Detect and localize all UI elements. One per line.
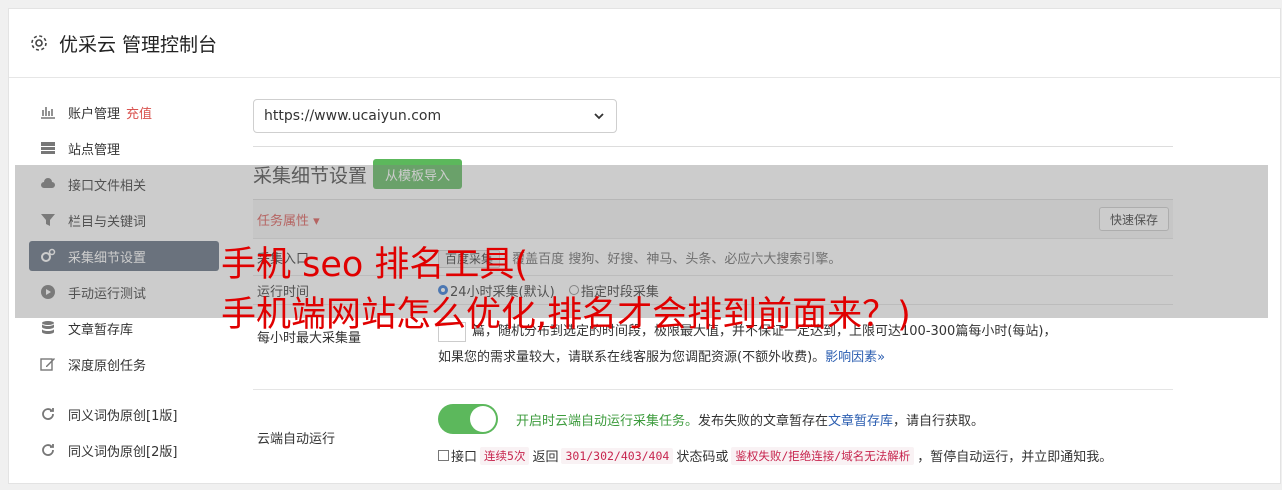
- overlay-headline: 手机 seo 排名工具( 手机端网站怎么优化,排名才会排到前面来？): [221, 240, 911, 340]
- bar-chart-icon: [39, 104, 57, 120]
- refresh-icon: [39, 442, 57, 458]
- server-icon: [39, 140, 57, 156]
- database-icon: [39, 320, 57, 336]
- table-row-cloud-auto: 云端自动运行 开启时云端自动运行采集任务。 发布失败的文章暂存在 文章暂存库 ，…: [253, 389, 1173, 490]
- refresh-icon: [39, 406, 57, 422]
- gear-icon: [29, 33, 49, 53]
- sidebar-item-synonym-v2[interactable]: 同义词伪原创[2版]: [29, 435, 219, 465]
- toggle-knob: [470, 406, 496, 432]
- headline-line2: 手机端网站怎么优化,排名才会排到前面来？): [221, 295, 911, 335]
- max-desc-line2: 如果您的需求量较大，请联系在线客服为您调配资源(不额外收费)。: [438, 350, 826, 365]
- sidebar-item-sites[interactable]: 站点管理: [29, 133, 219, 163]
- sidebar-item-deep-original[interactable]: 深度原创任务: [29, 349, 219, 379]
- site-select[interactable]: https://www.ucaiyun.com: [253, 99, 617, 133]
- influence-factors-link[interactable]: 影响因素»: [825, 350, 885, 365]
- sidebar-item-account[interactable]: 账户管理 充值: [29, 97, 219, 127]
- page-title: 优采云 管理控制台: [59, 33, 218, 56]
- pause-checkbox[interactable]: [438, 450, 449, 461]
- sidebar-item-synonym-v1[interactable]: 同义词伪原创[1版]: [29, 399, 219, 429]
- sidebar-item-label: 深度原创任务: [68, 358, 147, 374]
- console-header: 优采云 管理控制台: [9, 9, 1280, 78]
- sidebar-item-label: 账户管理: [68, 106, 121, 122]
- recharge-link[interactable]: 充值: [126, 103, 152, 122]
- code-consecutive: 连续5次: [480, 446, 530, 465]
- sidebar-item-label: 同义词伪原创[2版]: [68, 444, 178, 460]
- cloud-auto-toggle[interactable]: [438, 404, 498, 434]
- sidebar-divider: [29, 385, 219, 399]
- code-errors: 鉴权失败/拒绝连接/域名无法解析: [731, 446, 915, 465]
- cloud-desc-text: 发布失败的文章暂存在: [698, 413, 829, 429]
- sidebar-item-label: 站点管理: [68, 142, 121, 158]
- divider: [253, 146, 1173, 147]
- sidebar-item-label: 同义词伪原创[1版]: [68, 408, 178, 424]
- row-label: 云端自动运行: [257, 432, 336, 447]
- edit-icon: [39, 356, 57, 372]
- cloud-auto-desc: 开启时云端自动运行采集任务。: [516, 413, 699, 429]
- text-return: 返回: [532, 450, 559, 465]
- checkbox-label: 接口: [451, 450, 478, 465]
- site-select-value: https://www.ucaiyun.com: [264, 108, 442, 124]
- cloud-desc-text-end: ，请自行获取。: [893, 413, 985, 429]
- text-end: ，暂停自动运行，并立即通知我。: [917, 450, 1113, 465]
- text-status: 状态码或: [676, 450, 729, 465]
- article-storage-link[interactable]: 文章暂存库: [828, 410, 893, 429]
- headline-line1: 手机 seo 排名工具(: [221, 245, 529, 285]
- sidebar-item-label: 文章暂存库: [68, 322, 134, 338]
- row-value: 开启时云端自动运行采集任务。 发布失败的文章暂存在 文章暂存库 ，请自行获取。 …: [438, 390, 1173, 490]
- code-status: 301/302/403/404: [561, 447, 674, 464]
- chevron-down-icon: [592, 109, 606, 123]
